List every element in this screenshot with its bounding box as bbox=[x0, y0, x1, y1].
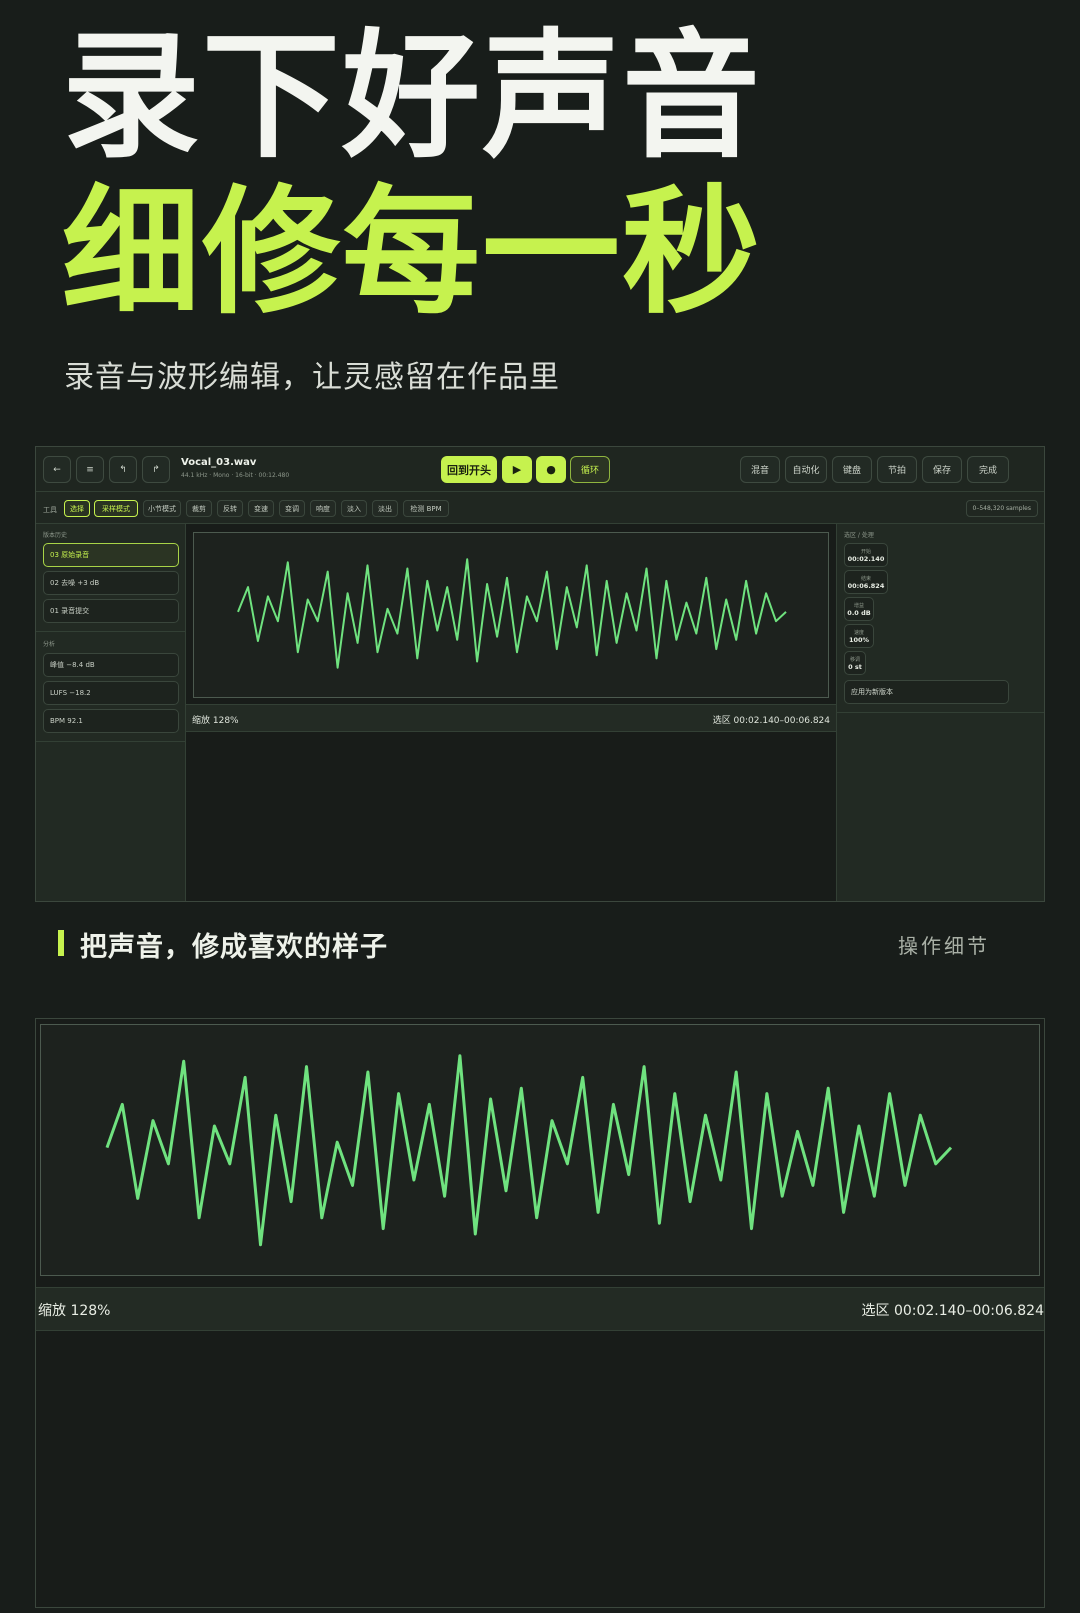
waveform-view[interactable] bbox=[40, 1024, 1040, 1276]
tool-bar-mode[interactable]: 小节模式 bbox=[143, 500, 181, 517]
selection-range: 选区 00:02.140–00:06.824 bbox=[861, 1303, 1045, 1319]
param-value: 100% bbox=[848, 635, 870, 644]
file-meta: 44.1 kHz · Mono · 16-bit · 00:12.480 bbox=[181, 472, 290, 479]
beat-button[interactable]: 节拍 bbox=[877, 456, 917, 483]
menu-icon[interactable]: ≡ bbox=[76, 456, 104, 483]
param-value: 0.0 dB bbox=[847, 608, 871, 617]
loop-button[interactable]: 循环 bbox=[570, 456, 610, 483]
done-button[interactable]: 完成 bbox=[967, 456, 1009, 483]
status-bar: 缩放 128% 选区 00:02.140–00:06.824 bbox=[186, 704, 836, 732]
redo-icon[interactable]: ↱ bbox=[142, 456, 170, 483]
param-speed[interactable]: 速度 100% bbox=[844, 624, 874, 648]
waveform[interactable] bbox=[41, 1025, 1039, 1275]
tool-fade-in[interactable]: 淡入 bbox=[341, 500, 367, 517]
analysis-peak: 峰值 −8.4 dB bbox=[43, 653, 179, 677]
sample-range: 0–548,320 samples bbox=[965, 500, 1038, 517]
zoom-level: 缩放 128% bbox=[192, 716, 239, 726]
tool-detect-bpm[interactable]: 检测 BPM bbox=[403, 500, 449, 517]
tool-fade-out[interactable]: 淡出 bbox=[372, 500, 398, 517]
record-icon[interactable]: ● bbox=[536, 456, 566, 483]
tool-loudness[interactable]: 响度 bbox=[310, 500, 336, 517]
tools-label: 工具 bbox=[43, 506, 57, 514]
left-panel: 版本历史 03 原始录音 02 去噪 +3 dB 01 录音提交 分析 峰值 −… bbox=[36, 524, 186, 901]
selection-range: 选区 00:02.140–00:06.824 bbox=[712, 716, 830, 726]
version-item[interactable]: 02 去噪 +3 dB bbox=[43, 571, 179, 595]
tool-select[interactable]: 选择 bbox=[64, 500, 90, 517]
param-value: 00:02.140 bbox=[847, 554, 885, 563]
zoom-level: 缩放 128% bbox=[38, 1303, 111, 1319]
undo-icon[interactable]: ↰ bbox=[109, 456, 137, 483]
tool-speed[interactable]: 变速 bbox=[248, 500, 274, 517]
waveform-area: 缩放 128% 选区 00:02.140–00:06.824 bbox=[186, 524, 836, 901]
hero-subtitle: 录音与波形编辑，让灵感留在作品里 bbox=[64, 360, 560, 395]
waveform-line bbox=[105, 1054, 953, 1247]
divider bbox=[36, 741, 186, 742]
param-value: 00:06.824 bbox=[847, 581, 885, 590]
title-bar: ← ≡ ↰ ↱ Vocal_03.wav 44.1 kHz · Mono · 1… bbox=[36, 447, 1044, 492]
analysis-lufs: LUFS −18.2 bbox=[43, 681, 179, 705]
analysis-bpm: BPM 92.1 bbox=[43, 709, 179, 733]
waveform[interactable] bbox=[194, 533, 828, 697]
tool-sample-mode[interactable]: 采样模式 bbox=[94, 500, 138, 517]
param-key: 移调 bbox=[849, 656, 860, 663]
version-item[interactable]: 03 原始录音 bbox=[43, 543, 179, 567]
param-key: 结束 bbox=[860, 575, 871, 582]
mix-button[interactable]: 混音 bbox=[740, 456, 780, 483]
waveform-view[interactable] bbox=[193, 532, 829, 698]
play-icon[interactable]: ▶ bbox=[502, 456, 532, 483]
zoomed-waveform-panel: 缩放 128% 选区 00:02.140–00:06.824 bbox=[35, 1018, 1045, 1608]
to-start-button[interactable]: 回到开头 bbox=[441, 456, 497, 483]
section-accent-bar bbox=[58, 930, 64, 956]
version-item[interactable]: 01 录音提交 bbox=[43, 599, 179, 623]
param-end[interactable]: 结束 00:06.824 bbox=[844, 570, 888, 594]
back-icon[interactable]: ← bbox=[43, 456, 71, 483]
hero-title-line2: 细修每一秒 bbox=[62, 172, 763, 333]
selection-label: 选区 / 处理 bbox=[844, 532, 874, 539]
hero-title-line1: 录下好声音 bbox=[62, 16, 763, 177]
audio-editor-window: ← ≡ ↰ ↱ Vocal_03.wav 44.1 kHz · Mono · 1… bbox=[35, 446, 1045, 902]
param-key: 增益 bbox=[853, 602, 864, 609]
file-name: Vocal_03.wav bbox=[181, 457, 257, 468]
section-link[interactable]: 操作细节 bbox=[898, 930, 990, 959]
param-transpose[interactable]: 移调 0 st bbox=[844, 651, 866, 675]
apply-new-version-button[interactable]: 应用为新版本 bbox=[844, 680, 1009, 704]
save-button[interactable]: 保存 bbox=[922, 456, 962, 483]
status-bar: 缩放 128% 选区 00:02.140–00:06.824 bbox=[36, 1287, 1045, 1331]
param-gain[interactable]: 增益 0.0 dB bbox=[844, 597, 874, 621]
waveform-line bbox=[237, 558, 787, 669]
param-key: 开始 bbox=[860, 548, 871, 555]
keyboard-button[interactable]: 键盘 bbox=[832, 456, 872, 483]
tool-trim[interactable]: 裁剪 bbox=[186, 500, 212, 517]
tool-pitch[interactable]: 变调 bbox=[279, 500, 305, 517]
param-start[interactable]: 开始 00:02.140 bbox=[844, 543, 888, 567]
automation-button[interactable]: 自动化 bbox=[785, 456, 827, 483]
versions-label: 版本历史 bbox=[43, 532, 68, 539]
tool-reverse[interactable]: 反转 bbox=[217, 500, 243, 517]
tool-bar: 工具 选择 采样模式 小节模式 裁剪 反转 变速 变调 响度 淡入 淡出 检测 … bbox=[36, 492, 1044, 524]
right-panel: 选区 / 处理 开始 00:02.140 结束 00:06.824 增益 0.0 dB… bbox=[836, 524, 1044, 901]
divider bbox=[36, 631, 186, 632]
param-key: 速度 bbox=[853, 629, 864, 636]
section-title: 把声音，修成喜欢的样子 bbox=[80, 932, 388, 963]
analysis-label: 分析 bbox=[43, 641, 56, 648]
divider bbox=[837, 712, 1044, 713]
param-value: 0 st bbox=[848, 662, 862, 671]
